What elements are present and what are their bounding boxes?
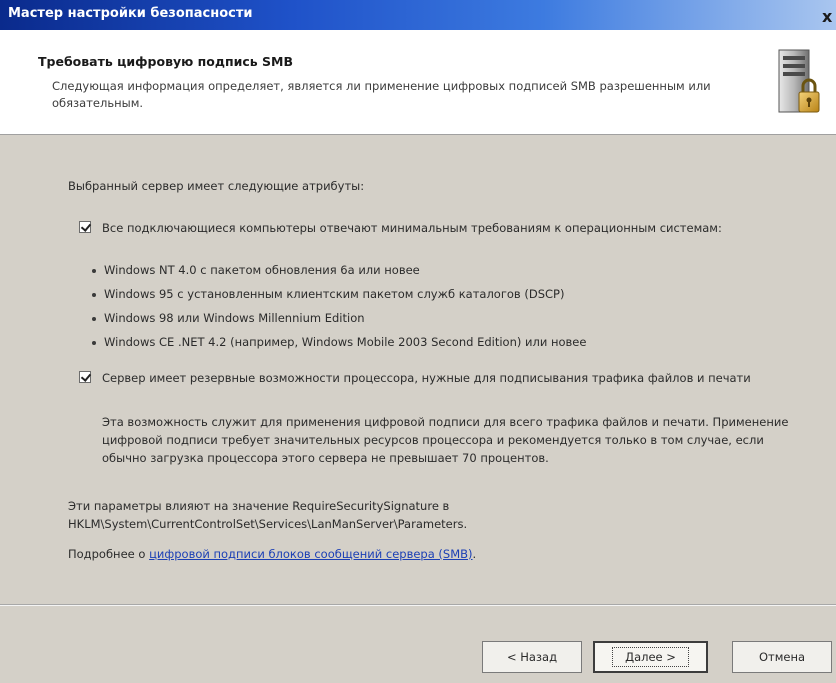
cancel-button[interactable]: Отмена (732, 641, 832, 673)
back-button[interactable]: < Назад (482, 641, 582, 673)
os-bullet-1: Windows NT 4.0 с пакетом обновления 6а и… (104, 263, 420, 277)
more-info-line: Подробнее о цифровой подписи блоков сооб… (68, 545, 476, 563)
bullet-dot (92, 269, 96, 273)
bullet-dot (92, 341, 96, 345)
wizard-header: Требовать цифровую подпись SMB Следующая… (0, 30, 836, 135)
next-button-label: Далее > (612, 647, 689, 667)
window-title: Мастер настройки безопасности (8, 6, 253, 21)
cpu-capacity-label: Сервер имеет резервные возможности проце… (102, 371, 751, 385)
page-title: Требовать цифровую подпись SMB (38, 54, 293, 69)
bullet-dot (92, 317, 96, 321)
next-button[interactable]: Далее > (593, 641, 708, 673)
os-bullet-3: Windows 98 или Windows Millennium Editio… (104, 311, 365, 325)
title-bar[interactable]: Мастер настройки безопасности x (0, 0, 836, 30)
server-lock-icon (778, 49, 820, 113)
close-button[interactable]: x (822, 8, 836, 26)
wizard-content: Выбранный сервер имеет следующие атрибут… (0, 135, 836, 580)
os-requirements-checkbox[interactable] (79, 221, 91, 233)
page-description: Следующая информация определяет, являетс… (52, 79, 711, 110)
os-requirements-label: Все подключающиеся компьютеры отвечают м… (102, 221, 722, 235)
intro-text: Выбранный сервер имеет следующие атрибут… (68, 179, 365, 193)
wizard-footer: < Назад Далее > Отмена (0, 604, 836, 683)
os-bullet-2: Windows 95 с установленным клиентским па… (104, 287, 565, 301)
bullet-dot (92, 293, 96, 297)
wizard-window: Мастер настройки безопасности x Требоват… (0, 0, 836, 683)
cpu-capacity-checkbox[interactable] (79, 371, 91, 383)
smb-signing-link[interactable]: цифровой подписи блоков сообщений сервер… (149, 547, 472, 561)
more-info-suffix: . (472, 547, 477, 561)
more-info-prefix: Подробнее о (68, 547, 150, 561)
cpu-capacity-description: Эта возможность служит для применения ци… (102, 415, 789, 465)
os-bullet-4: Windows CE .NET 4.2 (например, Windows M… (104, 335, 587, 349)
registry-note: Эти параметры влияют на значение Require… (68, 499, 468, 531)
